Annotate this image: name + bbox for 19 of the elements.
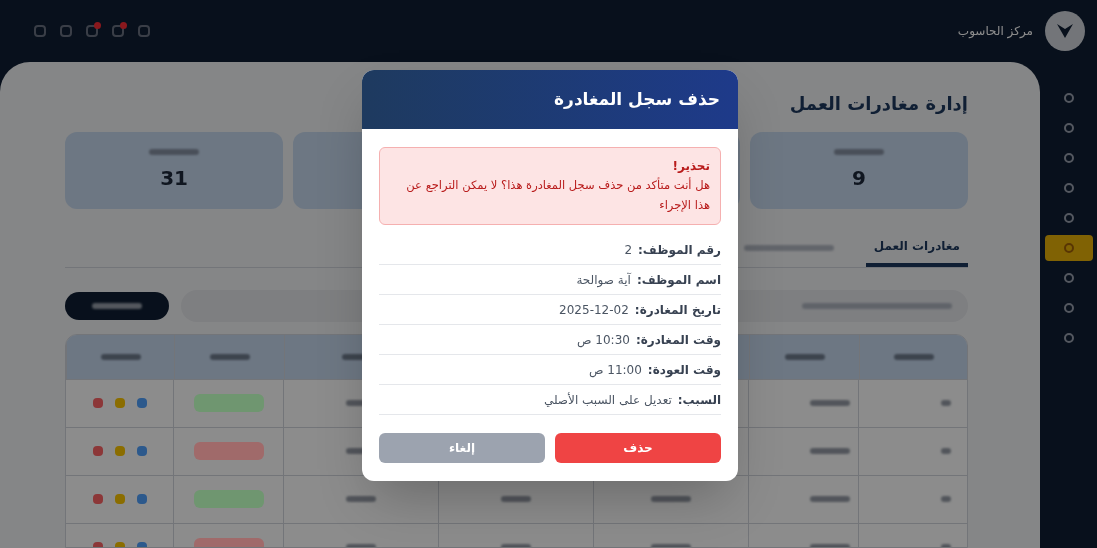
detail-label: وقت العودة: [647, 361, 721, 379]
detail-label: اسم الموظف: [636, 271, 721, 289]
detail-label: تاريخ المغادرة: [634, 301, 721, 319]
detail-label: وقت المغادرة: [635, 331, 721, 349]
page-title: إدارة مغادرات العمل [789, 92, 968, 116]
detail-value: 2 [624, 241, 633, 259]
warning-title: تحذير! [671, 158, 710, 175]
detail-value: 2025-12-02 [559, 301, 629, 319]
detail-value: 11:00 ص [588, 361, 642, 379]
org-name: مركز الحاسوب [957, 23, 1033, 40]
stat-value: 31 [160, 164, 189, 192]
detail-value: آية صوالحة [576, 271, 631, 289]
stat-value: 9 [851, 164, 866, 192]
detail-label: السبب: [677, 391, 721, 409]
dialog-title: حذف سجل المغادرة [554, 87, 720, 111]
detail-value: تعديل على السبب الأصلي [543, 391, 672, 409]
detail-value: 10:30 ص [577, 331, 630, 349]
warning-message: هل أنت متأكد من حذف سجل المغادرة هذا؟ لا يمكن التراجع عن هذا الإجراء [405, 176, 710, 214]
detail-label: رقم الموظف: [638, 241, 721, 259]
